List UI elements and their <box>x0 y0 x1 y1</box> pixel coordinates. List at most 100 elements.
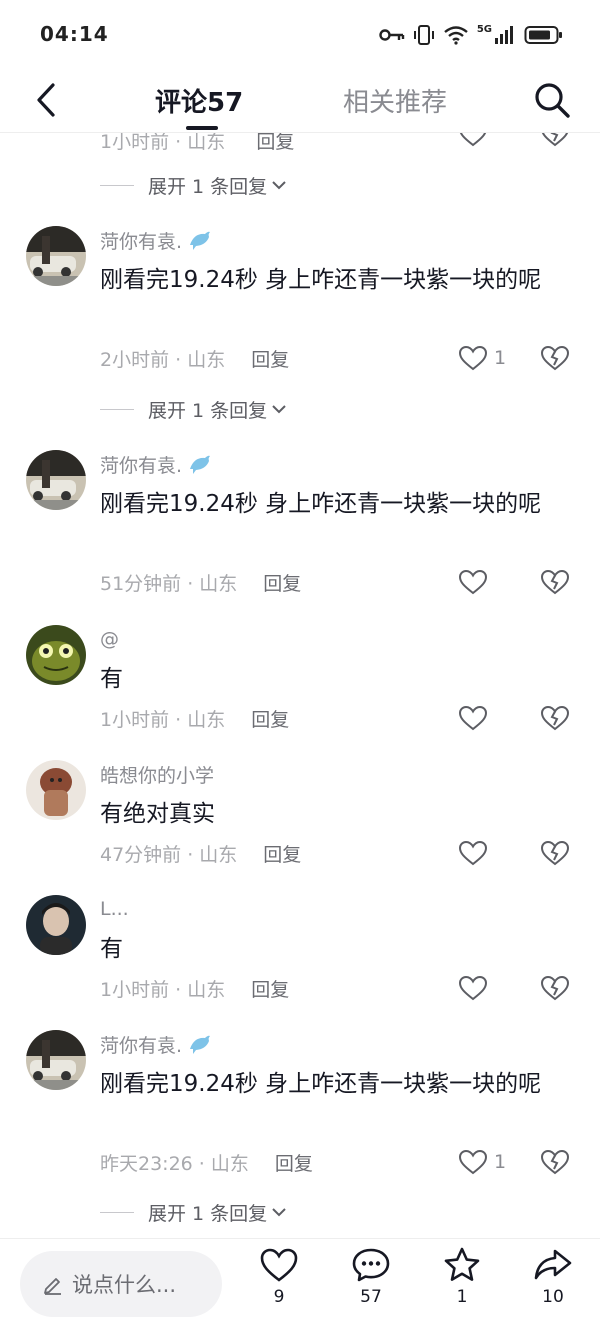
broken-heart-icon <box>540 345 570 371</box>
chevron-down-icon <box>272 181 286 190</box>
favorite-button[interactable]: 1 <box>432 1247 492 1327</box>
like-count: 1 <box>494 347 507 369</box>
comment-text: 有 <box>100 666 123 692</box>
star-outline-icon <box>444 1247 480 1281</box>
like-video-button[interactable]: 9 <box>249 1247 309 1327</box>
comment-text: 刚看完19.24秒 身上咋还青一块紫一块的呢 <box>100 1071 542 1097</box>
status-bar: 04:14 5G <box>0 0 600 70</box>
avatar[interactable] <box>26 760 86 820</box>
active-tab-indicator <box>186 126 218 130</box>
battery-icon <box>524 26 562 44</box>
expand-replies-label: 展开 1 条回复 <box>148 175 268 198</box>
dislike-button[interactable] <box>540 973 570 1003</box>
avatar[interactable] <box>26 226 86 286</box>
like-count: 9 <box>273 1287 285 1307</box>
heart-outline-icon[interactable] <box>458 133 488 147</box>
comment-meta: 2小时前 · 山东 <box>100 348 226 371</box>
search-button[interactable] <box>530 78 574 122</box>
chevron-left-icon <box>37 83 55 117</box>
comment-list[interactable]: 1小时前 · 山东 回复 展开 1 条回复 菏你有袁. 刚看完19.24秒 身上… <box>0 133 600 1237</box>
comment-item: 菏你有袁. 刚看完19.24秒 身上咋还青一块紫一块的呢 2小时前 · 山东 回… <box>0 226 600 426</box>
chevron-down-icon <box>272 1208 286 1217</box>
dislike-button[interactable] <box>540 343 570 373</box>
comment-meta: 1小时前 · 山东 <box>100 133 226 153</box>
comment-meta: 47分钟前 · 山东 <box>100 843 238 866</box>
comment-username[interactable]: L... <box>100 895 129 923</box>
dolphin-icon <box>190 231 211 250</box>
expand-replies-label: 展开 1 条回复 <box>148 1202 268 1225</box>
comment-meta: 1小时前 · 山东 <box>100 708 226 731</box>
comment-bubble-icon <box>352 1248 390 1282</box>
comment-button[interactable]: 57 <box>341 1247 401 1327</box>
heart-outline-icon <box>458 1149 488 1175</box>
avatar[interactable] <box>26 1030 86 1090</box>
heart-outline-icon <box>458 345 488 371</box>
comment-item: 皓想你的小学 有绝对真实 47分钟前 · 山东 回复 <box>0 760 600 880</box>
comment-username[interactable]: 皓想你的小学 <box>100 760 214 788</box>
broken-heart-icon <box>540 1149 570 1175</box>
heart-outline-icon <box>458 569 488 595</box>
reply-button[interactable]: 回复 <box>251 345 289 372</box>
favorite-count: 1 <box>456 1287 468 1307</box>
expand-replies-button[interactable]: 展开 1 条回复 <box>100 1197 287 1227</box>
dislike-button[interactable] <box>540 838 570 868</box>
avatar[interactable] <box>26 895 86 955</box>
reply-button[interactable]: 回复 <box>256 133 294 153</box>
comment-item: 菏你有袁. 刚看完19.24秒 身上咋还青一块紫一块的呢 昨天23:26 · 山… <box>0 1030 600 1200</box>
comment-item: @ 有 1小时前 · 山东 回复 <box>0 625 600 745</box>
broken-heart-icon <box>540 975 570 1001</box>
comment-text: 有绝对真实 <box>100 801 215 827</box>
expand-replies-button[interactable]: 展开 1 条回复 <box>100 170 287 200</box>
like-button[interactable]: 1 <box>458 1147 506 1177</box>
dislike-button[interactable] <box>540 703 570 733</box>
comment-username[interactable]: 菏你有袁. <box>100 226 212 254</box>
partial-comment-meta: 1小时前 · 山东 回复 <box>100 133 580 153</box>
network-type-label: 5G <box>476 23 492 35</box>
reply-button[interactable]: 回复 <box>251 705 289 732</box>
comment-username[interactable]: @ <box>100 625 119 653</box>
comment-meta: 51分钟前 · 山东 <box>100 572 238 595</box>
dislike-button[interactable] <box>540 1147 570 1177</box>
chevron-down-icon <box>272 405 286 414</box>
like-button[interactable] <box>458 838 494 868</box>
broken-heart-icon <box>540 569 570 595</box>
bottom-action-bar: 说点什么... 9 57 1 10 <box>0 1239 600 1340</box>
heart-outline-icon <box>458 975 488 1001</box>
like-count: 1 <box>494 1151 507 1173</box>
share-arrow-icon <box>534 1249 572 1280</box>
like-button[interactable] <box>458 703 494 733</box>
back-button[interactable] <box>28 80 64 120</box>
comment-count: 57 <box>360 1287 382 1307</box>
broken-heart-icon[interactable] <box>540 133 570 147</box>
reply-button[interactable]: 回复 <box>263 569 301 596</box>
reply-button[interactable]: 回复 <box>263 840 301 867</box>
like-button[interactable] <box>458 567 494 597</box>
like-button[interactable] <box>458 973 494 1003</box>
reply-button[interactable]: 回复 <box>251 975 289 1002</box>
dolphin-icon <box>190 1035 211 1054</box>
comment-item: 菏你有袁. 刚看完19.24秒 身上咋还青一块紫一块的呢 51分钟前 · 山东 … <box>0 450 600 620</box>
tab-comments[interactable]: 评论57 <box>155 82 243 119</box>
comment-meta: 1小时前 · 山东 <box>100 978 226 1001</box>
heart-outline-icon <box>260 1248 298 1282</box>
dolphin-icon <box>190 455 211 474</box>
comment-text: 刚看完19.24秒 身上咋还青一块紫一块的呢 <box>100 267 542 293</box>
reply-button[interactable]: 回复 <box>275 1149 313 1176</box>
comment-item: L... 有 1小时前 · 山东 回复 <box>0 895 600 1015</box>
like-button[interactable]: 1 <box>458 343 506 373</box>
tab-related-recommendations[interactable]: 相关推荐 <box>343 82 447 119</box>
comment-input[interactable]: 说点什么... <box>20 1251 222 1317</box>
dislike-button[interactable] <box>540 567 570 597</box>
pencil-icon <box>44 1278 61 1295</box>
expand-replies-button[interactable]: 展开 1 条回复 <box>100 394 287 424</box>
status-time: 04:14 <box>40 22 109 46</box>
search-icon <box>535 83 570 118</box>
avatar[interactable] <box>26 625 86 685</box>
broken-heart-icon <box>540 705 570 731</box>
avatar[interactable] <box>26 450 86 510</box>
comment-username[interactable]: 菏你有袁. <box>100 450 212 478</box>
share-button[interactable]: 10 <box>523 1247 583 1327</box>
comment-username[interactable]: 菏你有袁. <box>100 1030 212 1058</box>
comment-meta: 昨天23:26 · 山东 <box>100 1152 249 1175</box>
comment-text: 刚看完19.24秒 身上咋还青一块紫一块的呢 <box>100 491 542 517</box>
